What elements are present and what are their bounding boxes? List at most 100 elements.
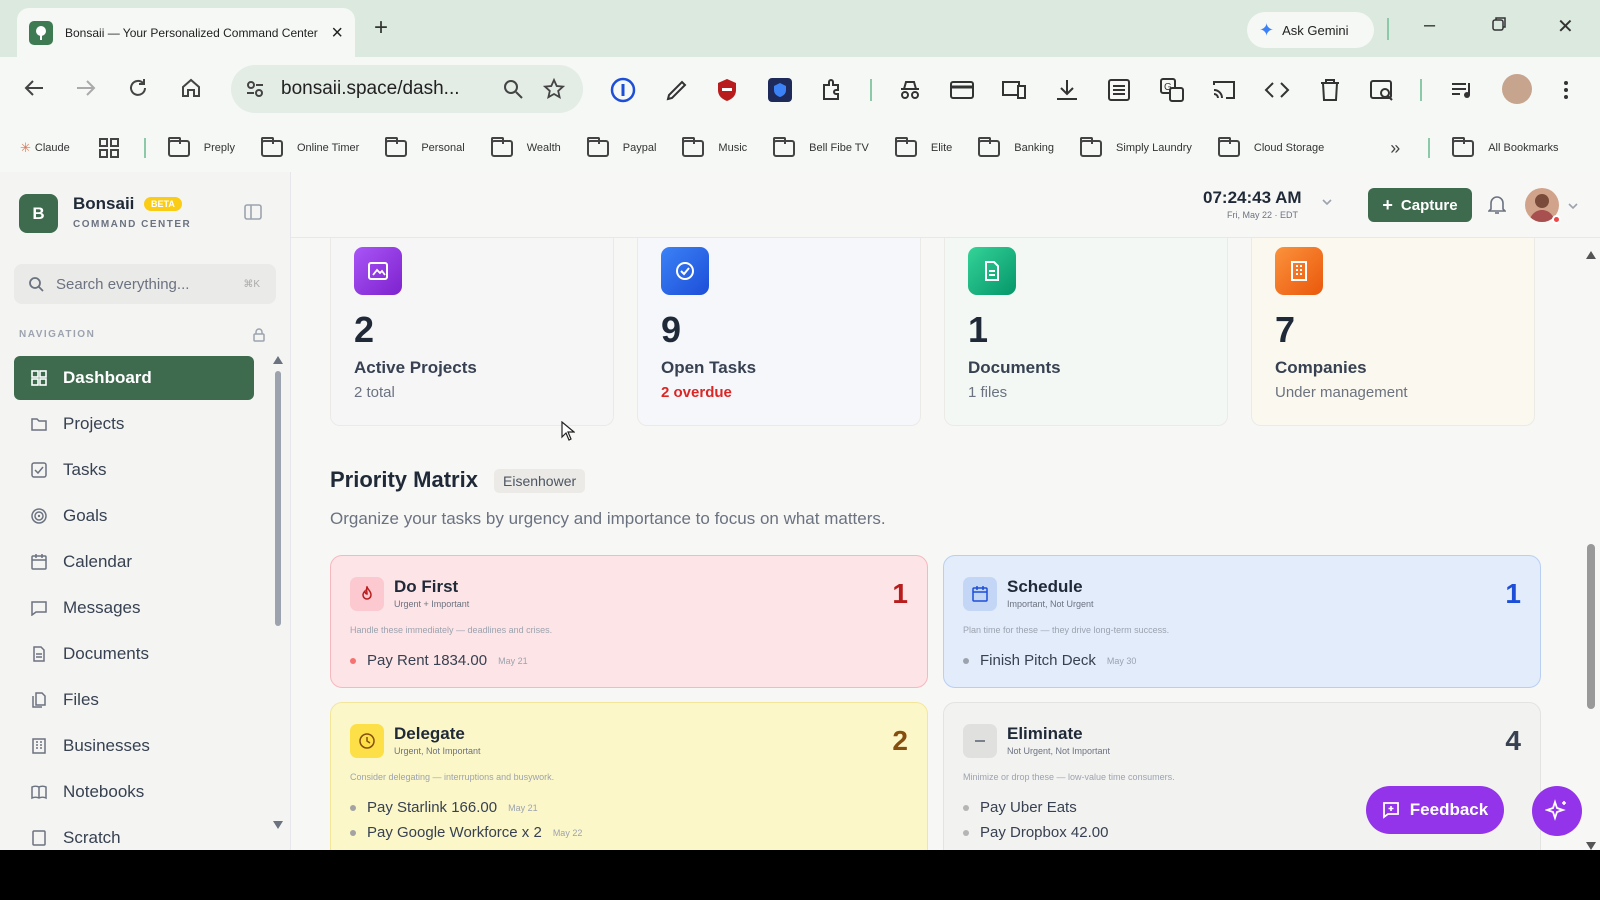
notifications-bell-icon[interactable] <box>1488 195 1506 215</box>
reading-list-icon[interactable] <box>1106 77 1132 103</box>
incognito-icon[interactable] <box>897 77 923 103</box>
main-scrollbar[interactable] <box>1584 250 1598 850</box>
sidebar-item-goals[interactable]: Goals <box>14 494 254 538</box>
bookmark-folder-personal[interactable]: Personal <box>385 136 465 157</box>
sidebar-item-notebooks[interactable]: Notebooks <box>14 770 254 814</box>
reload-icon[interactable] <box>127 77 149 99</box>
media-queue-icon[interactable] <box>1449 77 1475 103</box>
task-name: Pay Dropbox 42.00 <box>980 824 1109 841</box>
bookmark-folder-bell-fibe-tv[interactable]: Bell Fibe TV <box>773 136 869 157</box>
app-logo[interactable]: B <box>19 194 58 233</box>
bookmark-folder-simply-laundry[interactable]: Simply Laundry <box>1080 136 1192 157</box>
page-search-icon[interactable] <box>1369 77 1395 103</box>
sidebar-item-dashboard[interactable]: Dashboard <box>14 356 254 400</box>
capture-label: Capture <box>1400 196 1458 214</box>
password-manager-icon[interactable] <box>610 77 636 103</box>
translate-icon[interactable]: G <box>1159 77 1185 103</box>
building-icon <box>1275 247 1323 295</box>
bullet-dot <box>350 657 356 664</box>
bookmark-folder-all-bookmarks[interactable]: All Bookmarks <box>1452 136 1559 157</box>
search-input[interactable]: Search everything... ⌘K <box>14 264 276 304</box>
pen-tool-icon[interactable] <box>664 77 690 103</box>
new-tab-button[interactable]: + <box>374 14 388 42</box>
task-item[interactable]: Pay Google Workforce x 2 May 22 <box>350 820 582 845</box>
vpn-extension-icon[interactable] <box>767 77 793 103</box>
separator <box>870 79 872 101</box>
home-icon[interactable] <box>180 77 202 99</box>
task-item[interactable]: Pay Dropbox 42.00 <box>963 820 1108 845</box>
stat-card-documents[interactable]: 1 Documents 1 files <box>944 238 1228 426</box>
bookmark-label: Music <box>718 142 748 154</box>
bookmark-claude[interactable]: ✳ Claude <box>20 140 70 156</box>
stat-card-open-tasks[interactable]: 9 Open Tasks 2 overdue <box>637 238 921 426</box>
sidebar-item-messages[interactable]: Messages <box>14 586 254 630</box>
bookmark-folder-banking[interactable]: Banking <box>978 136 1054 157</box>
avatar-chevron-down-icon[interactable] <box>1567 200 1579 212</box>
sidebar-item-businesses[interactable]: Businesses <box>14 724 254 768</box>
browser-menu-icon[interactable] <box>1562 77 1588 103</box>
bookmark-label: Wealth <box>526 142 561 154</box>
close-tab-icon[interactable]: × <box>331 23 343 43</box>
apps-grid-icon[interactable] <box>98 137 120 159</box>
task-item[interactable]: Pay Uber Eats <box>963 795 1108 820</box>
site-settings-icon[interactable] <box>245 79 265 99</box>
search-icon <box>28 276 44 292</box>
bookmark-folder-wealth[interactable]: Wealth <box>490 136 561 157</box>
bookmark-folder-online-timer[interactable]: Online Timer <box>260 136 360 157</box>
task-item[interactable]: Finish Pitch Deck May 30 <box>963 648 1136 673</box>
devices-icon[interactable] <box>1001 77 1027 103</box>
close-window-icon[interactable]: ✕ <box>1557 14 1574 39</box>
feedback-button[interactable]: Feedback <box>1366 786 1504 834</box>
bookmark-folder-elite[interactable]: Elite <box>894 136 952 157</box>
cast-icon[interactable] <box>1211 77 1237 103</box>
quadrant-delegate[interactable]: Delegate Urgent, Not Important 2 Conside… <box>330 702 928 850</box>
forward-icon[interactable] <box>75 77 97 99</box>
quadrant-schedule[interactable]: Schedule Important, Not Urgent 1 Plan ti… <box>943 555 1541 688</box>
bookmark-label: Online Timer <box>296 142 360 154</box>
bookmark-folder-cloud-storage[interactable]: Cloud Storage <box>1217 136 1324 157</box>
stat-card-active-projects[interactable]: 2 Active Projects 2 total <box>330 238 614 426</box>
calendar-icon <box>30 553 48 571</box>
sidebar-item-files[interactable]: Files <box>14 678 254 722</box>
lock-icon[interactable] <box>252 328 266 342</box>
restore-icon[interactable] <box>1491 16 1507 32</box>
browser-tab[interactable]: Bonsaii — Your Personalized Command Cent… <box>17 8 355 57</box>
sidebar-item-scratch[interactable]: Scratch <box>14 816 254 850</box>
sidebar-item-calendar[interactable]: Calendar <box>14 540 254 584</box>
sidebar-scrollbar[interactable] <box>272 356 284 836</box>
extensions-puzzle-icon[interactable] <box>819 77 845 103</box>
bookmark-folder-music[interactable]: Music <box>682 136 748 157</box>
collapse-sidebar-icon[interactable] <box>244 203 262 221</box>
address-bar[interactable]: bonsaii.space/dash... <box>231 65 583 113</box>
ask-gemini-button[interactable]: ✦ Ask Gemini <box>1247 12 1374 48</box>
minimize-icon[interactable]: – <box>1424 14 1435 37</box>
clock-chevron-down-icon[interactable] <box>1321 196 1333 208</box>
zoom-icon[interactable] <box>503 79 523 99</box>
task-item[interactable]: Pay Starlink 166.00 May 21 <box>350 795 582 820</box>
bookmark-star-icon[interactable] <box>543 78 565 100</box>
code-icon[interactable] <box>1264 77 1290 103</box>
quadrant-count: 1 <box>1505 578 1521 609</box>
ai-assistant-button[interactable] <box>1532 786 1582 836</box>
payment-card-icon[interactable] <box>949 77 975 103</box>
download-icon[interactable] <box>1054 77 1080 103</box>
more-bookmarks-chevron-icon[interactable]: » <box>1390 138 1400 159</box>
sidebar-item-documents[interactable]: Documents <box>14 632 254 676</box>
bookmark-folder-paypal[interactable]: Paypal <box>586 136 656 157</box>
stat-value: 7 <box>1275 309 1296 350</box>
sidebar-item-label: Goals <box>63 506 108 525</box>
sidebar-item-projects[interactable]: Projects <box>14 402 254 446</box>
quadrant-do-first[interactable]: Do First Urgent + Important 1 Handle the… <box>330 555 928 688</box>
back-icon[interactable] <box>23 77 45 99</box>
folder-icon <box>30 415 48 433</box>
capture-button[interactable]: + Capture <box>1368 188 1472 222</box>
files-icon <box>30 691 48 709</box>
shield-icon[interactable] <box>714 77 740 103</box>
trash-icon[interactable] <box>1317 77 1343 103</box>
sidebar-item-tasks[interactable]: Tasks <box>14 448 254 492</box>
profile-avatar-icon[interactable] <box>1502 74 1532 104</box>
stat-card-companies[interactable]: 7 Companies Under management <box>1251 238 1535 426</box>
task-item[interactable]: Pay Rent 1834.00 May 21 <box>350 648 528 673</box>
quadrant-count: 4 <box>1505 725 1521 756</box>
bookmark-folder-preply[interactable]: Preply <box>167 136 235 157</box>
